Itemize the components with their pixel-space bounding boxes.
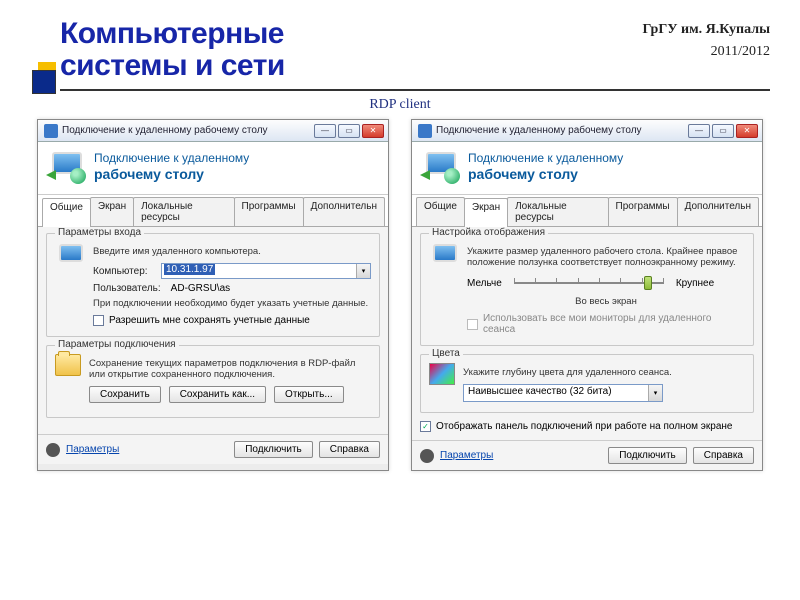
color-depth-value: Наивысшее качество (32 бита) <box>463 384 663 402</box>
all-monitors-label: Использовать все мои мониторы для удален… <box>483 313 745 335</box>
slider-label-smaller: Мельче <box>467 278 502 289</box>
tab-display[interactable]: Экран <box>464 198 508 227</box>
app-icon <box>44 124 58 138</box>
computer-value: 10.31.1.97 <box>164 264 215 275</box>
connection-bar-checkbox[interactable]: ✓ Отображать панель подключений при рабо… <box>420 421 754 432</box>
save-as-button[interactable]: Сохранить как... <box>169 386 266 403</box>
login-hint: Введите имя удаленного компьютера. <box>93 246 371 257</box>
app-icon <box>418 124 432 138</box>
options-toggle-icon[interactable] <box>46 443 60 457</box>
titlebar[interactable]: Подключение к удаленному рабочему столу … <box>38 120 388 142</box>
tab-local-resources[interactable]: Локальные ресурсы <box>507 197 608 226</box>
minimize-button[interactable]: — <box>688 124 710 138</box>
display-group-title: Настройка отображения <box>429 227 548 238</box>
remember-credentials-checkbox[interactable]: Разрешить мне сохранять учетные данные <box>93 315 371 326</box>
banner-line2: рабочему столу <box>94 166 249 182</box>
connect-button[interactable]: Подключить <box>608 447 687 464</box>
checkbox-icon <box>93 315 104 326</box>
close-button[interactable]: ✕ <box>362 124 384 138</box>
computer-icon <box>55 242 85 270</box>
display-settings-group: Настройка отображения Укажите размер уда… <box>420 233 754 346</box>
banner-line1: Подключение к удаленному <box>468 152 623 166</box>
display-hint: Укажите размер удаленного рабочего стола… <box>467 246 745 268</box>
connect-button[interactable]: Подключить <box>234 441 313 458</box>
academic-year: 2011/2012 <box>711 44 770 60</box>
header-divider <box>60 89 770 91</box>
rdp-window-general: Подключение к удаленному рабочему столу … <box>37 119 389 471</box>
tab-programs[interactable]: Программы <box>234 197 304 226</box>
rdp-banner-icon <box>422 150 460 184</box>
slide-caption: RDP client <box>0 97 800 113</box>
open-button[interactable]: Открыть... <box>274 386 344 403</box>
tab-general[interactable]: Общие <box>416 197 465 226</box>
university-name: ГрГУ им. Я.Купалы <box>643 22 770 38</box>
tab-local-resources[interactable]: Локальные ресурсы <box>133 197 234 226</box>
color-depth-combobox[interactable]: Наивысшее качество (32 бита) ▾ <box>463 384 663 402</box>
rdp-banner-icon <box>48 150 86 184</box>
login-group-title: Параметры входа <box>55 227 144 238</box>
folder-icon <box>55 354 81 376</box>
user-label: Пользователь: <box>93 283 161 294</box>
banner-line2: рабочему столу <box>468 166 623 182</box>
tabstrip: Общие Экран Локальные ресурсы Программы … <box>412 195 762 227</box>
tab-advanced[interactable]: Дополнительн <box>677 197 759 226</box>
user-value: AD-GRSU\as <box>167 283 230 294</box>
window-title: Подключение к удаленному рабочему столу <box>62 125 314 136</box>
chevron-down-icon[interactable]: ▾ <box>648 385 662 401</box>
help-button[interactable]: Справка <box>693 447 754 464</box>
fullscreen-label: Во весь экран <box>467 296 745 307</box>
tab-general[interactable]: Общие <box>42 198 91 227</box>
slider-thumb-icon[interactable] <box>644 276 652 290</box>
save-button[interactable]: Сохранить <box>89 386 161 403</box>
minimize-button[interactable]: — <box>314 124 336 138</box>
colors-group-title: Цвета <box>429 348 463 359</box>
chevron-down-icon[interactable]: ▾ <box>356 264 370 278</box>
computer-label: Компьютер: <box>93 266 155 277</box>
all-monitors-checkbox: Использовать все мои мониторы для удален… <box>467 313 745 335</box>
credentials-note: При подключении необходимо будет указать… <box>93 298 371 309</box>
rdp-window-display: Подключение к удаленному рабочему столу … <box>411 119 763 471</box>
help-button[interactable]: Справка <box>319 441 380 458</box>
options-link[interactable]: Параметры <box>66 444 119 455</box>
checkbox-icon: ✓ <box>420 421 431 432</box>
close-button[interactable]: ✕ <box>736 124 758 138</box>
login-group: Параметры входа Введите имя удаленного к… <box>46 233 380 337</box>
tabstrip: Общие Экран Локальные ресурсы Программы … <box>38 195 388 227</box>
maximize-button[interactable]: ▭ <box>712 124 734 138</box>
colors-hint: Укажите глубину цвета для удаленного сеа… <box>463 367 745 378</box>
banner-line1: Подключение к удаленному <box>94 152 249 166</box>
slider-label-larger: Крупнее <box>676 278 714 289</box>
checkbox-icon <box>467 319 478 330</box>
tab-programs[interactable]: Программы <box>608 197 678 226</box>
colors-icon <box>429 363 455 385</box>
connection-settings-text: Сохранение текущих параметров подключени… <box>89 358 371 380</box>
resolution-slider[interactable] <box>514 274 664 292</box>
connection-bar-label: Отображать панель подключений при работе… <box>436 421 732 432</box>
titlebar[interactable]: Подключение к удаленному рабочему столу … <box>412 120 762 142</box>
slide-title-line2: системы и сети <box>60 50 770 82</box>
connection-settings-group: Параметры подключения Сохранение текущих… <box>46 345 380 418</box>
options-link[interactable]: Параметры <box>440 450 493 461</box>
colors-group: Цвета Укажите глубину цвета для удаленно… <box>420 354 754 413</box>
tab-advanced[interactable]: Дополнительн <box>303 197 385 226</box>
university-logo <box>32 62 62 96</box>
remember-credentials-label: Разрешить мне сохранять учетные данные <box>109 315 310 326</box>
display-icon <box>429 242 459 270</box>
options-toggle-icon[interactable] <box>420 449 434 463</box>
connection-group-title: Параметры подключения <box>55 339 179 350</box>
computer-combobox[interactable]: 10.31.1.97 ▾ <box>161 263 371 279</box>
window-title: Подключение к удаленному рабочему столу <box>436 125 688 136</box>
maximize-button[interactable]: ▭ <box>338 124 360 138</box>
tab-display[interactable]: Экран <box>90 197 134 226</box>
